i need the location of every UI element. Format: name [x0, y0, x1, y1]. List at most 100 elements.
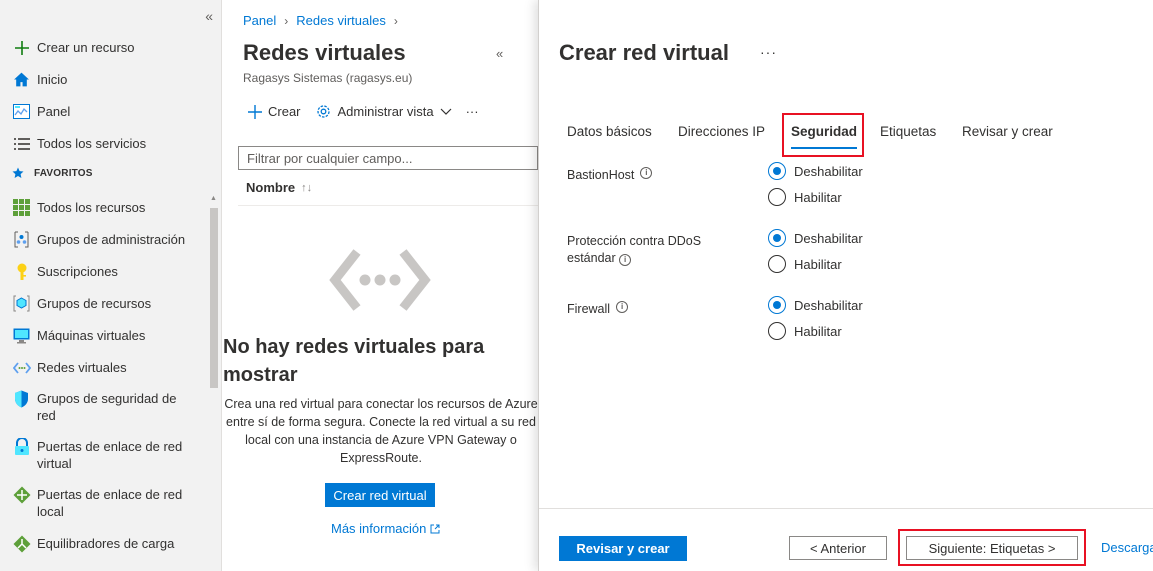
radio-button[interactable]	[768, 188, 786, 206]
vnet-list-panel: Panel › Redes virtuales › Redes virtuale…	[223, 0, 538, 571]
footer-divider	[539, 508, 1153, 509]
breadcrumb-panel[interactable]: Panel	[243, 13, 276, 28]
more-options-button[interactable]: ···	[466, 104, 479, 119]
more-info-link[interactable]: Más información	[331, 521, 440, 536]
tab-direcciones-ip[interactable]: Direcciones IP	[678, 124, 765, 139]
nav-label: Puertas de enlace de red virtual	[37, 439, 183, 471]
toolbar: Crear Administrar vista ···	[248, 103, 479, 120]
nav-item-nsg[interactable]: Grupos de seguridad de red	[12, 389, 197, 424]
nav-label: Grupos de administración	[37, 232, 186, 247]
nav-label: Crear un recurso	[37, 40, 135, 55]
key-icon	[12, 262, 31, 281]
plus-icon	[248, 104, 262, 119]
info-icon[interactable]: i	[619, 254, 632, 266]
radio-bastion-deshabilitar[interactable]: Deshabilitar	[768, 162, 863, 180]
header-divider	[238, 205, 538, 206]
previous-button[interactable]: < Anterior	[789, 536, 887, 560]
gear-icon	[316, 105, 330, 118]
radio-label: Deshabilitar	[794, 230, 863, 246]
radio-bastion-habilitar[interactable]: Habilitar	[768, 188, 842, 206]
page-subtitle: Ragasys Sistemas (ragasys.eu)	[243, 71, 413, 85]
empty-state-description: Crea una red virtual para conectar los r…	[224, 397, 538, 465]
blade-more-button[interactable]: ···	[760, 44, 777, 60]
create-label: Crear	[268, 104, 301, 119]
nav-item-todos-servicios[interactable]: Todos los servicios	[12, 134, 197, 153]
nav-label: Panel	[37, 104, 71, 119]
radio-ddos-deshabilitar[interactable]: Deshabilitar	[768, 229, 863, 247]
load-balancer-icon	[12, 534, 31, 553]
nav-scrollbar[interactable]: ▲	[207, 192, 221, 571]
tab-revisar-crear[interactable]: Revisar y crear	[962, 124, 1053, 139]
empty-state-title: No hay redes virtuales para mostrar	[223, 336, 485, 386]
nav-create-resource[interactable]: Crear un recurso	[12, 38, 197, 57]
tab-datos-basicos[interactable]: Datos básicos	[567, 124, 652, 139]
highlight-box-next	[898, 529, 1086, 566]
field-label-firewall: Firewall i	[567, 301, 629, 318]
nav-item-maquinas-virtuales[interactable]: Máquinas virtuales	[12, 326, 197, 345]
nav-item-redes-virtuales[interactable]: Redes virtuales	[12, 358, 197, 377]
more-info-label: Más información	[331, 521, 427, 536]
nav-label: Redes virtuales	[37, 360, 127, 375]
create-vnet-blade: Crear red virtual ··· Datos básicos Dire…	[538, 0, 1153, 571]
scroll-up-icon[interactable]: ▲	[210, 195, 217, 202]
nav-label: Todos los recursos	[37, 200, 146, 215]
radio-button[interactable]	[768, 322, 786, 340]
field-label-text: Firewall	[567, 302, 611, 316]
management-group-icon	[12, 230, 31, 249]
local-gateway-icon	[12, 485, 31, 504]
collapse-nav-icon[interactable]: «	[205, 8, 213, 24]
breadcrumb: Panel › Redes virtuales ›	[243, 13, 398, 28]
collapse-panel-icon[interactable]: «	[496, 46, 503, 61]
field-label-ddos: Protección contra DDoS estándar i	[567, 233, 727, 267]
field-label-bastionhost: BastionHost i	[567, 167, 653, 184]
nav-item-local-gateway[interactable]: Puertas de enlace de red local	[12, 485, 197, 520]
radio-label: Habilitar	[794, 256, 842, 272]
resource-group-icon	[12, 294, 31, 313]
manage-view-button[interactable]: Administrar vista	[315, 103, 452, 120]
download-template-link[interactable]: Descargar	[1101, 540, 1153, 555]
radio-button-checked[interactable]	[768, 296, 786, 314]
radio-firewall-habilitar[interactable]: Habilitar	[768, 322, 842, 340]
nav-item-grupos-administracion[interactable]: Grupos de administración	[12, 230, 197, 249]
chevron-down-icon	[440, 108, 452, 115]
filter-input[interactable]	[238, 146, 538, 170]
radio-label: Habilitar	[794, 323, 842, 339]
column-label: Nombre	[246, 180, 296, 195]
nav-item-load-balancer[interactable]: Equilibradores de carga	[12, 534, 197, 553]
blade-title: Crear red virtual	[559, 40, 729, 65]
radio-button-checked[interactable]	[768, 162, 786, 180]
favorites-label: FAVORITOS	[34, 167, 93, 179]
create-button[interactable]: Crear	[248, 104, 301, 119]
column-header-nombre[interactable]: Nombre ↑↓	[246, 180, 312, 195]
tab-etiquetas[interactable]: Etiquetas	[880, 124, 936, 139]
nav-item-vpn-gateway[interactable]: Puertas de enlace de red virtual	[12, 437, 197, 472]
manage-view-label: Administrar vista	[337, 104, 434, 119]
list-icon	[12, 134, 31, 153]
info-icon[interactable]: i	[616, 301, 629, 313]
radio-button-checked[interactable]	[768, 229, 786, 247]
vnet-empty-icon	[329, 249, 431, 311]
radio-ddos-habilitar[interactable]: Habilitar	[768, 255, 842, 273]
grid-icon	[12, 198, 31, 217]
review-create-button[interactable]: Revisar y crear	[559, 536, 687, 561]
dashboard-icon	[12, 102, 31, 121]
scrollbar-thumb[interactable]	[210, 208, 218, 388]
radio-label: Deshabilitar	[794, 297, 863, 313]
nav-item-suscripciones[interactable]: Suscripciones	[12, 262, 197, 281]
vm-icon	[12, 326, 31, 345]
breadcrumb-redes-virtuales[interactable]: Redes virtuales	[296, 13, 386, 28]
radio-label: Habilitar	[794, 189, 842, 205]
nav-item-todos-recursos[interactable]: Todos los recursos	[12, 198, 197, 217]
shield-icon	[12, 389, 31, 408]
nav-label: Grupos de recursos	[37, 296, 152, 311]
nav-label: Equilibradores de carga	[37, 536, 175, 551]
radio-firewall-deshabilitar[interactable]: Deshabilitar	[768, 296, 863, 314]
nav-item-panel[interactable]: Panel	[12, 102, 197, 121]
sort-icon[interactable]: ↑↓	[301, 182, 312, 194]
nav-item-grupos-recursos[interactable]: Grupos de recursos	[12, 294, 197, 313]
info-icon[interactable]: i	[640, 167, 653, 179]
create-vnet-button[interactable]: Crear red virtual	[325, 483, 435, 507]
radio-button[interactable]	[768, 255, 786, 273]
vnet-icon	[12, 358, 31, 377]
nav-item-inicio[interactable]: Inicio	[12, 70, 197, 89]
